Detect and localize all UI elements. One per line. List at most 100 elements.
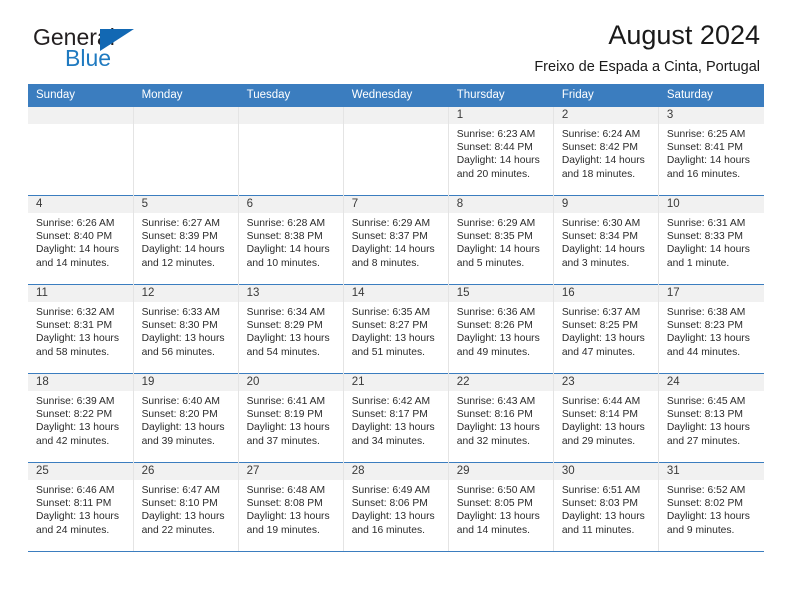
sunset-time: Sunset: 8:02 PM: [666, 498, 744, 510]
day-number: 27: [238, 463, 343, 480]
calendar-day-cell[interactable]: 12 Sunrise: 6:33 AM Sunset: 8:30 PM Dayligh…: [133, 284, 239, 374]
calendar-day-cell[interactable]: 24 Sunrise: 6:45 AM Sunset: 8:13 PM Dayligh…: [658, 373, 764, 463]
daylight-duration-line2: and 1 minute.: [666, 257, 730, 269]
sunset-time: Sunset: 8:44 PM: [456, 142, 533, 154]
calendar-day-cell[interactable]: 31 Sunrise: 6:52 AM Sunset: 8:02 PM Dayligh…: [658, 462, 764, 552]
calendar-day-cell[interactable]: 5 Sunrise: 6:27 AM Sunset: 8:39 PM Daylight…: [133, 195, 239, 285]
daylight-duration-line1: Daylight: 14 hours: [561, 244, 645, 256]
day-number: 11: [28, 285, 133, 302]
calendar-day-cell[interactable]: 28 Sunrise: 6:49 AM Sunset: 8:06 PM Dayligh…: [343, 462, 449, 552]
daylight-duration-line2: and 42 minutes.: [36, 435, 110, 447]
day-number: 26: [133, 463, 238, 480]
daylight-duration-line2: and 34 minutes.: [351, 435, 425, 447]
calendar-day-cell[interactable]: 14 Sunrise: 6:35 AM Sunset: 8:27 PM Dayligh…: [343, 284, 449, 374]
calendar-day-cell[interactable]: 6 Sunrise: 6:28 AM Sunset: 8:38 PM Daylight…: [238, 195, 344, 285]
calendar-day-cell[interactable]: 16 Sunrise: 6:37 AM Sunset: 8:25 PM Dayligh…: [553, 284, 659, 374]
calendar-day-cell[interactable]: 25 Sunrise: 6:46 AM Sunset: 8:11 PM Dayligh…: [28, 462, 134, 552]
calendar-day-cell[interactable]: 8 Sunrise: 6:29 AM Sunset: 8:35 PM Daylight…: [448, 195, 554, 285]
day-number: 3: [658, 107, 764, 124]
daylight-duration-line1: Daylight: 13 hours: [36, 422, 119, 434]
day-number: 2: [553, 107, 658, 124]
sunrise-time: Sunrise: 6:32 AM: [36, 307, 115, 318]
calendar-day-cell[interactable]: 23 Sunrise: 6:44 AM Sunset: 8:14 PM Dayligh…: [553, 373, 659, 463]
day-details: Sunrise: 6:29 AM Sunset: 8:35 PM Daylight:…: [449, 213, 553, 270]
daylight-duration-line2: and 14 minutes.: [456, 524, 531, 536]
calendar-day-cell[interactable]: 27 Sunrise: 6:48 AM Sunset: 8:08 PM Dayligh…: [238, 462, 344, 552]
calendar-day-cell[interactable]: 3 Sunrise: 6:25 AM Sunset: 8:41 PM Daylight…: [658, 106, 764, 196]
calendar-day-cell[interactable]: 29 Sunrise: 6:50 AM Sunset: 8:05 PM Dayligh…: [448, 462, 554, 552]
calendar-day-cell[interactable]: 11 Sunrise: 6:32 AM Sunset: 8:31 PM Dayligh…: [28, 284, 134, 374]
sunset-time: Sunset: 8:08 PM: [246, 498, 323, 510]
weekday-header-friday: Friday: [553, 84, 659, 107]
calendar-day-cell[interactable]: 15 Sunrise: 6:36 AM Sunset: 8:26 PM Dayligh…: [448, 284, 554, 374]
day-number: 30: [553, 463, 658, 480]
day-number: 4: [28, 196, 133, 213]
calendar-day-cell[interactable]: 7 Sunrise: 6:29 AM Sunset: 8:37 PM Daylight…: [343, 195, 449, 285]
day-details: Sunrise: 6:24 AM Sunset: 8:42 PM Daylight:…: [554, 124, 658, 181]
calendar-day-cell[interactable]: 20 Sunrise: 6:41 AM Sunset: 8:19 PM Dayligh…: [238, 373, 344, 463]
sunrise-time: Sunrise: 6:38 AM: [666, 307, 746, 318]
day-number: 29: [448, 463, 553, 480]
weekday-header-tuesday: Tuesday: [238, 84, 344, 107]
sunrise-time: Sunrise: 6:42 AM: [351, 396, 431, 407]
day-details: Sunrise: 6:29 AM Sunset: 8:37 PM Daylight:…: [344, 213, 448, 270]
calendar-day-cell[interactable]: 19 Sunrise: 6:40 AM Sunset: 8:20 PM Dayligh…: [133, 373, 239, 463]
calendar-day-cell-empty: [238, 106, 344, 196]
daylight-duration-line1: Daylight: 13 hours: [561, 422, 645, 434]
sunset-time: Sunset: 8:25 PM: [561, 320, 638, 332]
general-blue-logo[interactable]: General Blue: [33, 26, 223, 78]
calendar-day-cell[interactable]: 13 Sunrise: 6:34 AM Sunset: 8:29 PM Dayligh…: [238, 284, 344, 374]
day-details: Sunrise: 6:23 AM Sunset: 8:44 PM Daylight:…: [449, 124, 553, 181]
daylight-duration-line2: and 20 minutes.: [456, 168, 531, 180]
calendar-header-row: Sunday Monday Tuesday Wednesday Thursday Frid…: [28, 84, 765, 107]
calendar-day-cell[interactable]: 22 Sunrise: 6:43 AM Sunset: 8:16 PM Dayligh…: [448, 373, 554, 463]
calendar-day-cell[interactable]: 18 Sunrise: 6:39 AM Sunset: 8:22 PM Dayligh…: [28, 373, 134, 463]
day-number: 12: [133, 285, 238, 302]
sunrise-time: Sunrise: 6:31 AM: [666, 218, 746, 229]
daylight-duration-line1: Daylight: 14 hours: [351, 244, 435, 256]
day-number: 23: [553, 374, 658, 391]
sunset-time: Sunset: 8:22 PM: [36, 409, 113, 421]
calendar-day-cell[interactable]: 17 Sunrise: 6:38 AM Sunset: 8:23 PM Dayligh…: [658, 284, 764, 374]
calendar-day-cell[interactable]: 9 Sunrise: 6:30 AM Sunset: 8:34 PM Daylight…: [553, 195, 659, 285]
daylight-duration-line2: and 32 minutes.: [456, 435, 531, 447]
title-block: August 2024 Freixo de Espada a Cinta, Po…: [534, 20, 760, 75]
day-number: 13: [238, 285, 343, 302]
calendar-day-cell[interactable]: 1 Sunrise: 6:23 AM Sunset: 8:44 PM Daylight…: [448, 106, 554, 196]
calendar-day-cell[interactable]: 21 Sunrise: 6:42 AM Sunset: 8:17 PM Dayligh…: [343, 373, 449, 463]
sunset-time: Sunset: 8:13 PM: [666, 409, 744, 421]
day-number: 9: [553, 196, 658, 213]
calendar-day-cell[interactable]: 2 Sunrise: 6:24 AM Sunset: 8:42 PM Daylight…: [553, 106, 659, 196]
calendar-day-cell[interactable]: 26 Sunrise: 6:47 AM Sunset: 8:10 PM Dayligh…: [133, 462, 239, 552]
calendar-day-cell[interactable]: 30 Sunrise: 6:51 AM Sunset: 8:03 PM Dayligh…: [553, 462, 659, 552]
daylight-duration-line2: and 56 minutes.: [141, 346, 215, 358]
day-number: 18: [28, 374, 133, 391]
sunrise-time: Sunrise: 6:50 AM: [456, 485, 536, 496]
daylight-duration-line2: and 11 minutes.: [561, 524, 635, 536]
sunrise-time: Sunrise: 6:40 AM: [141, 396, 220, 407]
day-number: [343, 107, 448, 124]
daylight-duration-line1: Daylight: 13 hours: [456, 333, 540, 345]
page-header: General Blue August 2024 Freixo de Espad…: [28, 0, 764, 75]
daylight-duration-line1: Daylight: 13 hours: [561, 333, 645, 345]
sunset-time: Sunset: 8:20 PM: [141, 409, 218, 421]
sunset-time: Sunset: 8:16 PM: [456, 409, 533, 421]
day-details: Sunrise: 6:38 AM Sunset: 8:23 PM Daylight:…: [659, 302, 764, 359]
calendar-day-cell[interactable]: 4 Sunrise: 6:26 AM Sunset: 8:40 PM Daylight…: [28, 195, 134, 285]
day-details: Sunrise: 6:33 AM Sunset: 8:30 PM Daylight:…: [134, 302, 238, 359]
calendar-body: 1 Sunrise: 6:23 AM Sunset: 8:44 PM Daylight…: [28, 106, 764, 552]
daylight-duration-line1: Daylight: 13 hours: [666, 511, 750, 523]
sunrise-time: Sunrise: 6:33 AM: [141, 307, 220, 318]
calendar-week-row: 25 Sunrise: 6:46 AM Sunset: 8:11 PM Dayligh…: [28, 462, 764, 552]
sunset-time: Sunset: 8:05 PM: [456, 498, 533, 510]
daylight-duration-line1: Daylight: 13 hours: [246, 511, 330, 523]
day-details: Sunrise: 6:25 AM Sunset: 8:41 PM Daylight:…: [659, 124, 764, 181]
day-details: Sunrise: 6:32 AM Sunset: 8:31 PM Daylight:…: [28, 302, 133, 359]
sunrise-time: Sunrise: 6:46 AM: [36, 485, 115, 496]
day-number: 6: [238, 196, 343, 213]
calendar-day-cell[interactable]: 10 Sunrise: 6:31 AM Sunset: 8:33 PM Dayligh…: [658, 195, 764, 285]
daylight-duration-line2: and 44 minutes.: [666, 346, 741, 358]
sunset-time: Sunset: 8:03 PM: [561, 498, 638, 510]
daylight-duration-line1: Daylight: 14 hours: [141, 244, 225, 256]
sunrise-time: Sunrise: 6:47 AM: [141, 485, 220, 496]
